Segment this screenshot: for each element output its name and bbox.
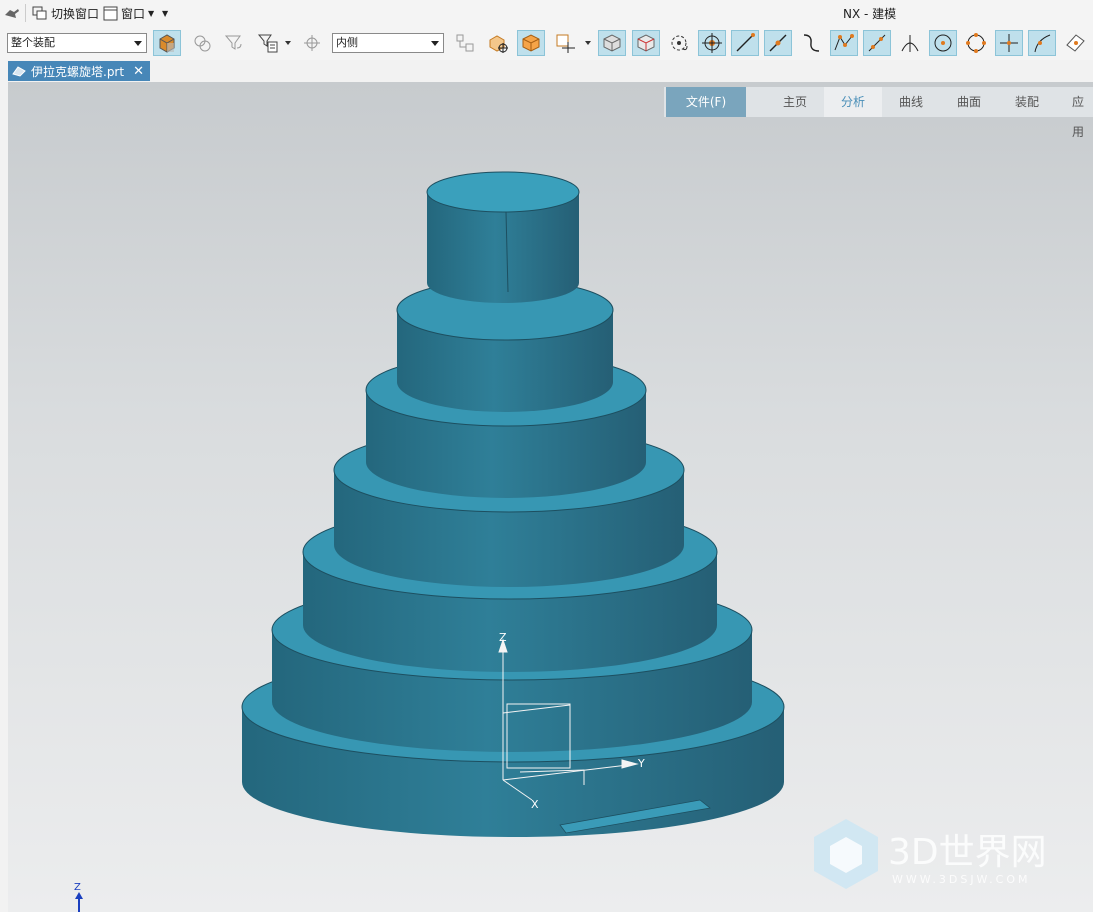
- corner-z-label: Z: [74, 882, 81, 893]
- axis-x-label: X: [531, 798, 539, 811]
- spiral-tower-model[interactable]: Z Y X: [0, 0, 1093, 912]
- axis-y-label: Y: [637, 757, 645, 770]
- top-cylinder: [426, 171, 580, 303]
- view-triad: Z: [74, 882, 83, 912]
- watermark: 3D世界网 WWW.3DSJW.COM: [808, 815, 1088, 895]
- watermark-logo-icon: [814, 819, 878, 889]
- watermark-brand: 3D世界网: [888, 832, 1047, 873]
- watermark-url: WWW.3DSJW.COM: [892, 873, 1031, 886]
- axis-z-label: Z: [499, 631, 507, 644]
